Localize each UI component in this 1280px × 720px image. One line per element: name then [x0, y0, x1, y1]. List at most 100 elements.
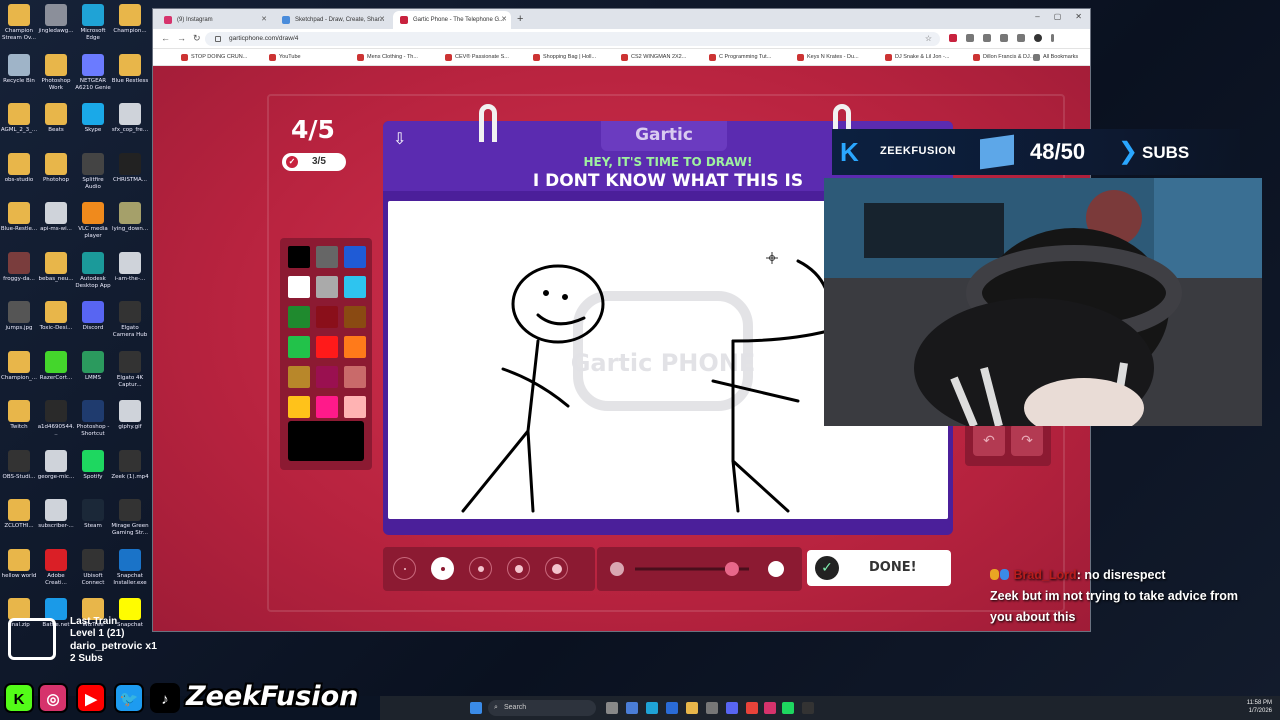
app-icon[interactable] [764, 702, 776, 714]
brush-size-option[interactable] [507, 557, 530, 580]
brush-size-option[interactable] [393, 557, 416, 580]
desktop-icon[interactable]: Toxic-Desi... [37, 301, 75, 339]
desktop-icon[interactable]: Autodesk Desktop App [74, 251, 112, 290]
obs-icon[interactable] [802, 702, 814, 714]
download-icon[interactable]: ⇩ [393, 129, 406, 149]
desktop-icon[interactable]: i-am-the-... [111, 251, 149, 290]
color-swatch[interactable] [316, 246, 338, 268]
menu-icon[interactable] [1051, 34, 1054, 42]
desktop-icon[interactable]: subscriber-... [37, 499, 75, 537]
bookmark-item[interactable]: CEV® Passionate S... [445, 54, 509, 61]
color-swatch[interactable] [288, 396, 310, 418]
color-swatch[interactable] [316, 336, 338, 358]
color-swatch[interactable] [344, 366, 366, 388]
desktop-icon[interactable]: Recycle Bin [0, 53, 38, 92]
profile-icon[interactable] [1034, 34, 1042, 42]
color-swatch[interactable] [344, 306, 366, 328]
desktop-icon[interactable]: Photoshop - Shortcut [74, 400, 112, 438]
desktop-icon[interactable]: VLC media player [74, 202, 112, 240]
desktop-icon[interactable]: lying_down... [111, 202, 149, 240]
color-swatch[interactable] [288, 246, 310, 268]
brush-size-option[interactable] [469, 557, 492, 580]
desktop-icon[interactable]: ZCLOTHI... [0, 499, 38, 537]
color-swatch[interactable] [288, 306, 310, 328]
new-tab-button[interactable]: + [517, 11, 523, 27]
back-button[interactable]: ← [161, 33, 170, 43]
all-bookmarks-button[interactable]: All Bookmarks [1033, 54, 1078, 61]
desktop-icon[interactable]: giphy.gif [111, 400, 149, 438]
extension-icon[interactable] [966, 34, 974, 42]
desktop-icon[interactable]: Ubisoft Connect [74, 548, 112, 587]
desktop-icon[interactable]: froggy-da... [0, 251, 38, 290]
undo-button[interactable]: ↶ [973, 424, 1005, 456]
tab-gartic-phone[interactable]: Gartic Phone - The Telephone G... ✕ [393, 11, 511, 29]
desktop-icon[interactable]: Champion... [111, 4, 149, 42]
site-info-icon[interactable] [215, 36, 221, 42]
extension-icon[interactable] [1000, 34, 1008, 42]
redo-button[interactable]: ↷ [1011, 424, 1043, 456]
bookmark-item[interactable]: STOP DOING CRUN... [181, 54, 247, 61]
tab-sketchpad[interactable]: Sketchpad - Draw, Create, Shar... ✕ [275, 11, 389, 29]
desktop-icon[interactable]: api-ms-wi... [37, 202, 75, 240]
desktop-icon[interactable]: LMMS [74, 350, 112, 389]
brush-size-option[interactable] [545, 557, 568, 580]
desktop-icon[interactable]: Skype [74, 103, 112, 141]
desktop-icon[interactable]: Blue-Restle... [0, 202, 38, 240]
desktop-icon[interactable]: NETGEAR A6210 Genie [74, 53, 112, 92]
edge-icon[interactable] [646, 702, 658, 714]
desktop-icon[interactable]: CHRISTMA... [111, 152, 149, 191]
desktop-icon[interactable]: Twitch [0, 400, 38, 438]
color-swatch[interactable] [344, 336, 366, 358]
desktop-icon[interactable]: george-mic... [37, 449, 75, 488]
desktop-icon[interactable]: Discord [74, 301, 112, 339]
desktop-icon[interactable]: Microsoft Edge [74, 4, 112, 42]
file-explorer-icon[interactable] [686, 702, 698, 714]
desktop-icon[interactable]: hellow world [0, 548, 38, 587]
desktop-icon[interactable]: Elgato Camera Hub [111, 301, 149, 339]
close-window-button[interactable]: ✕ [1075, 12, 1082, 21]
maximize-button[interactable]: ▢ [1054, 12, 1062, 21]
bookmark-item[interactable]: C Programming Tut... [709, 54, 771, 61]
desktop-icon[interactable]: sfx_cop_fre... [111, 103, 149, 141]
slider-thumb[interactable] [724, 562, 739, 576]
color-swatch[interactable] [288, 336, 310, 358]
desktop-icon[interactable]: Steam [74, 499, 112, 537]
color-swatch[interactable] [344, 396, 366, 418]
color-swatch[interactable] [316, 306, 338, 328]
color-swatch[interactable] [288, 276, 310, 298]
taskbar-search[interactable]: ⌕ Search [488, 700, 596, 716]
color-swatch[interactable] [316, 366, 338, 388]
reload-button[interactable]: ↻ [193, 33, 201, 44]
desktop-icon[interactable]: Blue Restless [111, 53, 149, 92]
extension-icon[interactable] [983, 34, 991, 42]
close-tab-icon[interactable]: ✕ [501, 11, 507, 29]
bookmark-item[interactable]: Keys N Krates - Du... [797, 54, 859, 61]
color-swatch[interactable] [288, 366, 310, 388]
extension-icon[interactable] [1017, 34, 1025, 42]
discord-icon[interactable] [726, 702, 738, 714]
forward-button[interactable]: → [177, 33, 186, 43]
app-icon[interactable] [706, 702, 718, 714]
brush-size-option[interactable] [431, 557, 454, 580]
desktop-icon[interactable]: Elgato 4K Captur... [111, 350, 149, 389]
spotify-icon[interactable] [782, 702, 794, 714]
desktop-icon[interactable]: Snapchat Installer.exe [111, 548, 149, 587]
desktop-icon[interactable]: jumps.jpg [0, 301, 38, 339]
bookmark-item[interactable]: DJ Snake & Lil Jon -... [885, 54, 949, 61]
desktop-icon[interactable]: OBS-Studi... [0, 449, 38, 488]
desktop-icon[interactable]: Champion Stream Ov... [0, 4, 38, 42]
desktop-icon[interactable]: Adobe Creati... [37, 548, 75, 587]
close-tab-icon[interactable]: ✕ [261, 11, 267, 29]
color-swatch[interactable] [344, 276, 366, 298]
color-swatch[interactable] [316, 276, 338, 298]
desktop-icon[interactable]: Mirage Green Gaming Str... [111, 499, 149, 537]
desktop-icon[interactable]: Photoshop Work [37, 53, 75, 92]
desktop-icon[interactable]: AGML_2_3_... [0, 103, 38, 141]
desktop-icon[interactable]: Splitfire Audio [74, 152, 112, 191]
color-swatch[interactable] [344, 246, 366, 268]
desktop-icon[interactable]: Champion_... [0, 350, 38, 389]
start-icon[interactable] [470, 702, 482, 714]
extension-icon[interactable] [949, 34, 957, 42]
store-icon[interactable] [666, 702, 678, 714]
bookmark-item[interactable]: Dillon Francis & DJ... [973, 54, 1034, 61]
